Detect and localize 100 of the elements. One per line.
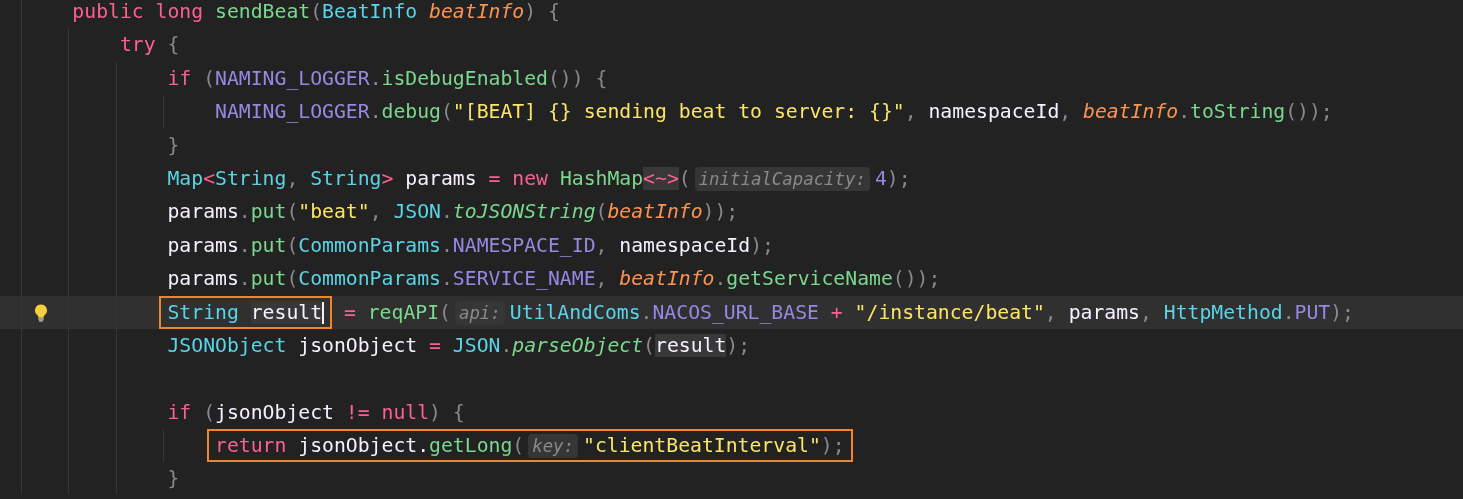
code-text: params bbox=[1068, 300, 1140, 324]
code-text: . bbox=[440, 233, 453, 257]
code-text: namespaceId bbox=[928, 100, 1060, 124]
code-text: NACOS_URL_BASE bbox=[652, 300, 820, 324]
code-text: . bbox=[640, 300, 653, 324]
code-text: JSON bbox=[452, 333, 501, 357]
code-text: ()) { bbox=[548, 66, 608, 90]
code-text: toJSONString bbox=[452, 200, 596, 224]
code-text: Map bbox=[167, 166, 204, 190]
code-text: , bbox=[1044, 300, 1058, 324]
code-text: result bbox=[250, 300, 323, 324]
code-text: String bbox=[215, 166, 287, 190]
code-text: ( bbox=[286, 267, 299, 291]
code-text: . bbox=[238, 233, 251, 257]
code-text: } bbox=[167, 133, 180, 157]
code-text: . bbox=[369, 66, 382, 90]
code-text: < bbox=[203, 166, 216, 190]
code-text: try bbox=[119, 33, 157, 57]
code-text: params bbox=[167, 233, 239, 257]
code-text: ( bbox=[643, 333, 655, 357]
code-text: ( bbox=[439, 300, 451, 324]
code-text: new bbox=[512, 166, 549, 190]
code-text: > bbox=[381, 166, 395, 190]
code-text: NAMESPACE_ID bbox=[452, 233, 596, 257]
parameter-hint: initialCapacity: bbox=[694, 166, 870, 191]
code-text: ( bbox=[678, 166, 691, 190]
code-text: reqAPI bbox=[367, 300, 440, 324]
code-text: if bbox=[167, 66, 193, 90]
code-text: ( bbox=[203, 66, 216, 90]
code-text: result bbox=[655, 333, 727, 357]
code-text: public bbox=[72, 0, 145, 23]
code-text: ()); bbox=[1285, 100, 1333, 124]
code-text: ); bbox=[886, 166, 911, 190]
code-text: HttpMethod bbox=[1163, 300, 1283, 324]
code-text: ( bbox=[286, 200, 299, 224]
code-text: , bbox=[595, 267, 609, 291]
lightbulb-icon[interactable] bbox=[34, 303, 48, 322]
code-text: ( bbox=[286, 233, 299, 257]
code-text: . bbox=[440, 267, 453, 291]
code-text: String bbox=[310, 166, 382, 190]
code-text: . bbox=[714, 267, 727, 291]
code-text: put bbox=[250, 200, 287, 224]
code-text: params bbox=[405, 166, 478, 190]
code-text: String bbox=[167, 300, 240, 324]
code-text: "/instance/beat" bbox=[854, 300, 1045, 324]
code-text: , bbox=[1059, 100, 1073, 124]
code-text: ( bbox=[512, 434, 525, 458]
code-text: ); bbox=[726, 333, 751, 357]
code-text: = bbox=[342, 300, 357, 324]
code-text: "beat" bbox=[298, 200, 370, 224]
code-text: jsonObject bbox=[298, 333, 419, 357]
code-text: getLong bbox=[429, 434, 513, 458]
code-text: )); bbox=[702, 200, 739, 224]
code-text: ( bbox=[310, 0, 323, 23]
code-text: null bbox=[381, 400, 430, 424]
code-text: CommonParams bbox=[298, 233, 441, 257]
code-text: + bbox=[830, 300, 844, 324]
code-text: namespaceId bbox=[619, 233, 751, 257]
code-text: beatInfo bbox=[619, 267, 715, 291]
code-text: debug bbox=[381, 100, 441, 124]
code-text: . bbox=[500, 333, 513, 357]
code-text: , bbox=[595, 233, 609, 257]
text-cursor bbox=[322, 302, 325, 324]
code-text: toString bbox=[1190, 100, 1286, 124]
code-text: "clientBeatInterval" bbox=[583, 434, 821, 458]
code-text: . bbox=[238, 200, 251, 224]
code-text: beatInfo bbox=[429, 0, 525, 23]
code-text: JSONObject bbox=[167, 333, 288, 357]
code-text: NAMING_LOGGER bbox=[215, 100, 370, 124]
code-text: parseObject bbox=[512, 333, 644, 357]
code-text: "[BEAT] {} sending beat to server: {}" bbox=[452, 100, 905, 124]
code-text: . bbox=[440, 200, 453, 224]
code-text: , bbox=[286, 166, 300, 190]
code-text: = bbox=[429, 333, 442, 357]
code-text: params bbox=[167, 267, 239, 291]
code-text: ( bbox=[595, 200, 608, 224]
code-text: jsonObject. bbox=[298, 434, 430, 458]
code-text: != bbox=[345, 400, 371, 424]
code-text: UtilAndComs bbox=[509, 300, 641, 324]
code-text: PUT bbox=[1294, 300, 1331, 324]
code-text: JSON bbox=[393, 200, 441, 224]
code-text: ) { bbox=[429, 400, 465, 424]
code-text: if bbox=[167, 400, 193, 424]
code-text: CommonParams bbox=[298, 267, 441, 291]
code-text: isDebugEnabled bbox=[381, 66, 548, 90]
code-text: = bbox=[488, 166, 502, 190]
code-text: , bbox=[904, 100, 918, 124]
code-text: 4 bbox=[874, 166, 887, 190]
code-text: } bbox=[167, 467, 180, 491]
code-text: return bbox=[215, 434, 288, 458]
code-text: long bbox=[155, 0, 205, 23]
code-text: put bbox=[250, 233, 287, 257]
code-text: ); bbox=[820, 434, 845, 458]
parameter-hint: api: bbox=[454, 300, 505, 325]
code-text: . bbox=[369, 100, 382, 124]
code-text: beatInfo bbox=[1083, 100, 1179, 124]
code-text: ) { bbox=[524, 0, 560, 23]
code-text: , bbox=[1140, 300, 1153, 324]
code-text: getServiceName bbox=[726, 267, 893, 291]
code-text: ); bbox=[750, 233, 774, 257]
